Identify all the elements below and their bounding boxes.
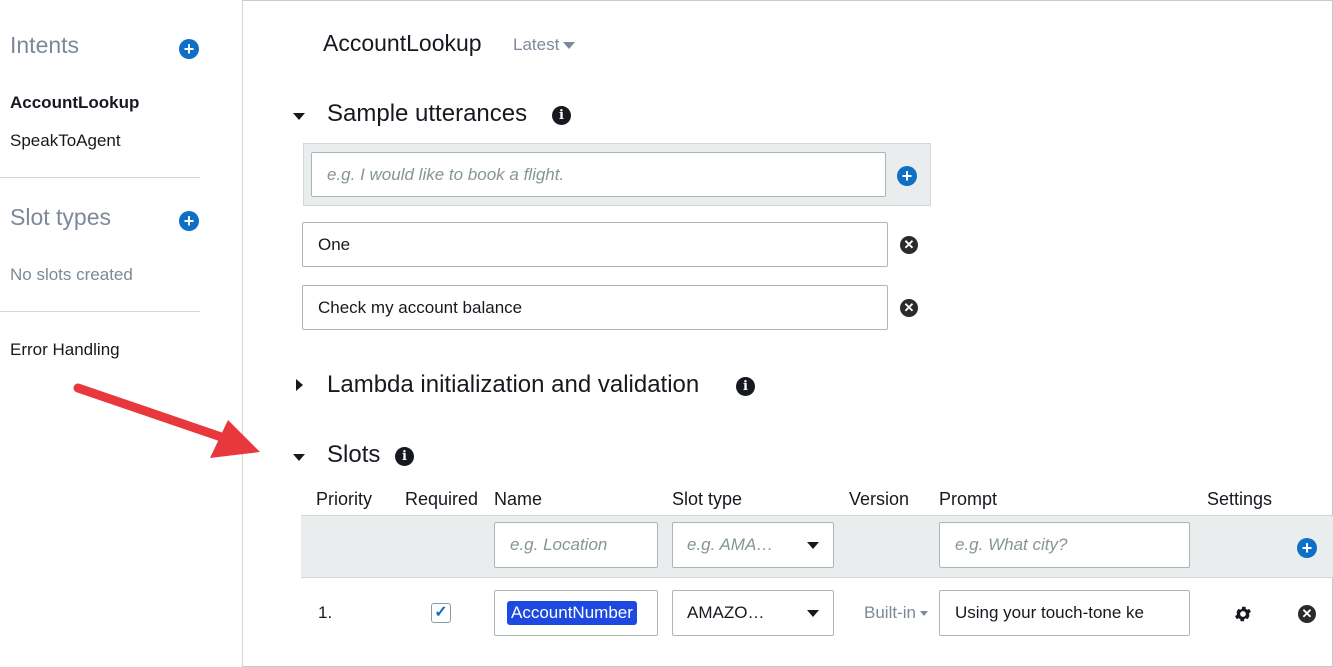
sidebar-divider bbox=[0, 177, 200, 178]
utterance-input[interactable]: e.g. I would like to book a flight. bbox=[311, 152, 886, 197]
add-slot-type-icon[interactable]: + bbox=[179, 211, 199, 231]
slot-type-placeholder: e.g. AMA… bbox=[687, 535, 774, 554]
column-header-prompt: Prompt bbox=[939, 489, 998, 509]
sidebar-item-accountlookup[interactable]: AccountLookup bbox=[10, 93, 139, 113]
add-slot-icon[interactable]: + bbox=[1297, 538, 1317, 558]
collapse-caret-icon[interactable] bbox=[293, 113, 305, 120]
slot-type-select[interactable]: e.g. AMA… bbox=[672, 522, 834, 568]
slot-version-dropdown[interactable]: Built-in bbox=[864, 603, 928, 623]
column-header-version: Version bbox=[849, 489, 910, 509]
column-header-name: Name bbox=[494, 489, 543, 509]
required-checkbox[interactable]: ✓ bbox=[431, 603, 451, 623]
intents-heading: Intents bbox=[10, 32, 80, 58]
collapse-caret-icon[interactable] bbox=[293, 454, 305, 461]
no-slots-text: No slots created bbox=[10, 265, 133, 284]
column-header-settings: Settings bbox=[1207, 489, 1273, 509]
remove-slot-icon[interactable]: ✕ bbox=[1298, 605, 1316, 623]
slot-prompt-input[interactable]: e.g. What city? bbox=[939, 522, 1190, 568]
chevron-down-icon bbox=[919, 611, 928, 617]
add-intent-icon[interactable]: + bbox=[179, 39, 199, 59]
intent-title: AccountLookup bbox=[323, 30, 482, 56]
info-icon[interactable]: i bbox=[736, 377, 755, 396]
expand-caret-icon[interactable] bbox=[296, 379, 303, 391]
slot-version-value: Built-in bbox=[864, 603, 916, 622]
lambda-heading: Lambda initialization and validation bbox=[327, 371, 700, 398]
remove-utterance-icon[interactable]: ✕ bbox=[900, 299, 918, 317]
sidebar-item-error-handling[interactable]: Error Handling bbox=[10, 340, 120, 360]
slot-types-heading: Slot types bbox=[10, 204, 111, 230]
slot-priority: 1. bbox=[318, 603, 333, 622]
annotation-arrow-icon bbox=[73, 383, 260, 458]
sample-utterances-heading: Sample utterances bbox=[327, 100, 528, 127]
column-header-priority: Priority bbox=[316, 489, 373, 509]
gear-icon[interactable] bbox=[1233, 604, 1253, 624]
slot-name-value: AccountNumber bbox=[507, 601, 637, 625]
utterance-item[interactable]: Check my account balance bbox=[302, 285, 888, 330]
info-icon[interactable]: i bbox=[552, 106, 571, 125]
version-dropdown[interactable]: Latest bbox=[513, 35, 576, 55]
column-header-required: Required bbox=[405, 489, 479, 509]
version-label: Latest bbox=[513, 35, 560, 54]
sidebar-item-speaktoagent[interactable]: SpeakToAgent bbox=[10, 131, 121, 151]
slots-heading: Slots bbox=[327, 441, 381, 468]
info-icon[interactable]: i bbox=[395, 447, 414, 466]
chevron-down-icon bbox=[807, 542, 819, 549]
slot-name-field[interactable]: AccountNumber bbox=[494, 590, 658, 636]
slot-name-input[interactable]: e.g. Location bbox=[494, 522, 658, 568]
sidebar-divider bbox=[0, 311, 200, 312]
slot-type-select[interactable]: AMAZO… bbox=[672, 590, 834, 636]
column-header-slot-type: Slot type bbox=[672, 489, 743, 509]
add-utterance-icon[interactable]: + bbox=[897, 166, 917, 186]
slot-prompt-field[interactable]: Using your touch-tone ke bbox=[939, 590, 1190, 636]
chevron-down-icon bbox=[807, 610, 819, 617]
chevron-down-icon bbox=[563, 42, 576, 50]
utterance-item[interactable]: One bbox=[302, 222, 888, 267]
slot-type-value: AMAZO… bbox=[687, 603, 765, 622]
row-divider bbox=[301, 577, 1333, 578]
remove-utterance-icon[interactable]: ✕ bbox=[900, 236, 918, 254]
sidebar: Intents + AccountLookup SpeakToAgent Slo… bbox=[0, 0, 243, 667]
